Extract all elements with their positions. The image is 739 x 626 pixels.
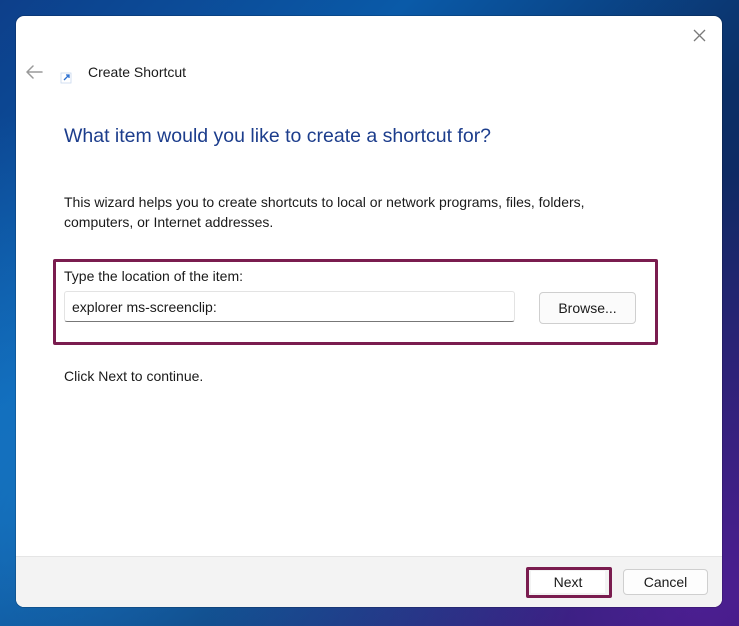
close-icon [693, 29, 705, 41]
cancel-button[interactable]: Cancel [623, 569, 708, 595]
create-shortcut-dialog: Create Shortcut What item would you like… [16, 16, 722, 607]
dialog-footer [16, 556, 722, 607]
shortcut-arrow-icon [60, 72, 72, 84]
window-title: Create Shortcut [88, 64, 187, 80]
location-input[interactable] [64, 291, 515, 322]
location-label: Type the location of the item: [64, 268, 243, 284]
back-button[interactable] [22, 62, 46, 82]
continue-instruction: Click Next to continue. [64, 368, 204, 384]
back-arrow-icon [26, 65, 43, 79]
close-button[interactable] [684, 22, 714, 48]
browse-button[interactable]: Browse... [539, 292, 636, 324]
next-button[interactable]: Next [531, 571, 605, 593]
wizard-description: This wizard helps you to create shortcut… [64, 194, 585, 230]
page-heading: What item would you like to create a sho… [64, 125, 492, 147]
